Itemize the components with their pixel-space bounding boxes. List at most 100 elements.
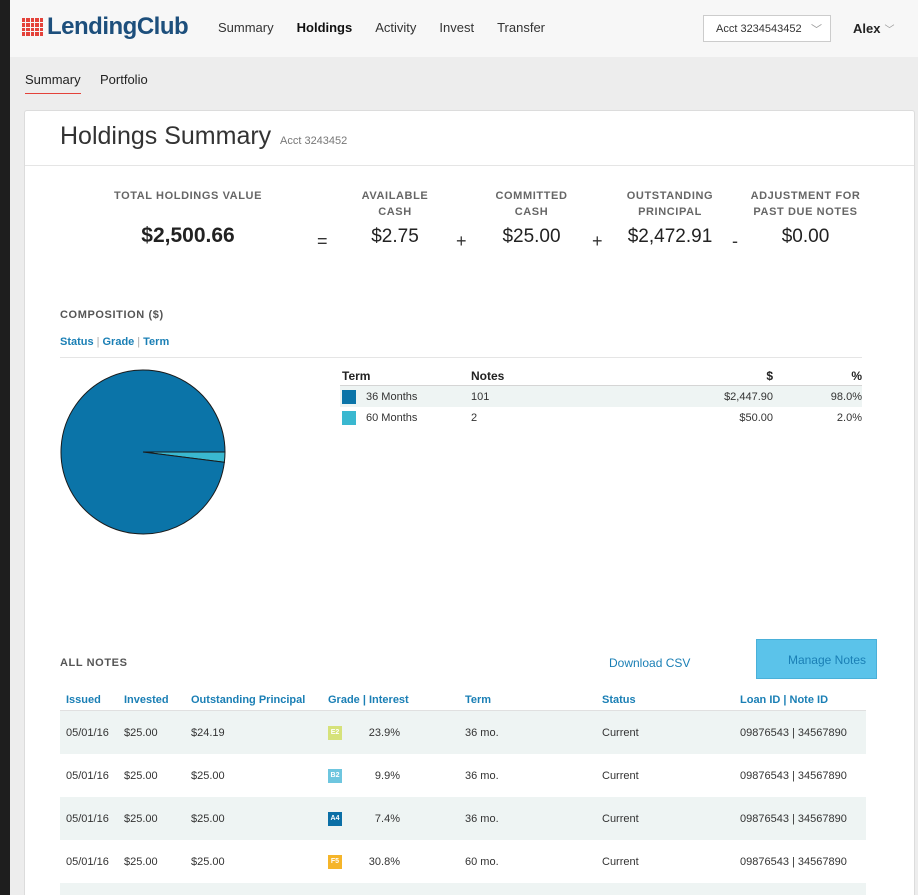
term-label: 60 Months	[366, 411, 418, 424]
interest-rate: 30.8%	[368, 855, 400, 868]
top-nav: LendingClub Summary Holdings Activity In…	[10, 0, 918, 57]
outstanding-cell: $25.00	[191, 855, 225, 868]
tab-portfolio[interactable]: Portfolio	[100, 72, 148, 87]
grade-cell: F5 30.8%	[328, 854, 465, 869]
col-loan-id[interactable]: Loan ID | Note ID	[740, 694, 866, 706]
col-term[interactable]: Term	[465, 694, 602, 706]
invested-cell: $25.00	[124, 812, 158, 825]
invested-cell: $25.00	[124, 726, 158, 739]
color-swatch	[342, 410, 356, 425]
nav-activity[interactable]: Activity	[375, 20, 416, 35]
col-pct: %	[851, 368, 862, 383]
notes-table: Issued Invested Outstanding Principal Gr…	[60, 689, 866, 895]
col-invested[interactable]: Invested	[122, 694, 191, 706]
label-line: OUTSTANDING	[626, 190, 714, 202]
app-root: LendingClub Summary Holdings Activity In…	[10, 0, 918, 895]
issued-cell: 05/01/16	[66, 769, 109, 782]
logo-grid-icon	[22, 18, 43, 36]
download-csv-link[interactable]: Download CSV	[609, 656, 690, 670]
logo-text: LendingClub	[47, 13, 189, 40]
col-term: Term	[342, 368, 371, 383]
loan-note-id-cell[interactable]: 09876543 | 34567890	[740, 770, 866, 782]
equals-operator: =	[317, 231, 328, 251]
loan-note-id-cell[interactable]: 09876543 | 34567890	[740, 813, 866, 825]
loan-note-id-cell[interactable]: 09876543 | 34567890	[740, 856, 866, 868]
window-frame-edge	[0, 0, 10, 895]
term-cell: 60 Months	[340, 410, 471, 425]
account-select-value: Acct 3234543452	[716, 22, 802, 35]
usd-cell: $2,447.90	[724, 390, 773, 403]
table-row[interactable]: 05/01/16 $25.00 $25.00 A4 7.4% 36 mo. Current 0…	[60, 797, 866, 840]
pct-cell: 2.0%	[836, 411, 862, 424]
term-cell: 36 mo.	[465, 726, 499, 739]
filter-status[interactable]: Status	[60, 336, 94, 348]
plus-operator: +	[592, 231, 603, 251]
user-menu[interactable]: Alex ﹀	[853, 21, 894, 36]
account-select[interactable]: Acct 3234543452 ﹀	[703, 15, 831, 42]
total-holdings-value: $2,500.66	[141, 224, 235, 247]
sub-nav: Summary Portfolio	[10, 57, 918, 100]
tab-summary[interactable]: Summary	[25, 72, 81, 94]
label-line: PRINCIPAL	[638, 206, 702, 218]
label-line: CASH	[514, 206, 549, 218]
term-cell: 60 mo.	[465, 855, 499, 868]
composition-label: COMPOSITION ($)	[60, 309, 164, 321]
outstanding-principal-value: $2,472.91	[627, 226, 713, 247]
issued-cell: 05/01/16	[66, 855, 109, 868]
outstanding-principal-label: OUTSTANDING PRINCIPAL	[610, 188, 730, 220]
outstanding-cell: $24.19	[191, 726, 225, 739]
total-holdings-label: TOTAL HOLDINGS VALUE	[113, 190, 263, 202]
col-notes: Notes	[471, 368, 505, 383]
status-cell: Current	[602, 769, 639, 782]
adjustment-label: ADJUSTMENT FOR PAST DUE NOTES	[743, 188, 868, 220]
col-status[interactable]: Status	[602, 694, 740, 706]
composition-filters: Status | Grade | Term	[60, 336, 169, 348]
term-label: 36 Months	[366, 390, 418, 403]
user-name: Alex	[853, 21, 881, 36]
available-cash-value: $2.75	[371, 226, 419, 247]
grade-cell: A4 7.4%	[328, 811, 465, 826]
notes-cell: 101	[471, 390, 490, 403]
issued-cell: 05/01/16	[66, 726, 109, 739]
nav-holdings[interactable]: Holdings	[297, 20, 353, 35]
table-row[interactable]: 05/01/16 $25.00 $24.19 E2 23.9% 36 mo. Current…	[60, 711, 866, 754]
card-header: Holdings Summary Acct 3243452	[25, 111, 914, 166]
filter-separator: |	[137, 336, 141, 348]
nav-summary[interactable]: Summary	[218, 20, 274, 35]
pie-slice-36-months[interactable]	[60, 369, 226, 535]
term-cell: 36 Months	[340, 389, 471, 404]
minus-operator: -	[732, 231, 738, 251]
term-cell: 36 mo.	[465, 769, 499, 782]
col-outstanding[interactable]: Outstanding Principal	[191, 694, 328, 706]
main-nav: Summary Holdings Activity Invest Transfe…	[218, 20, 568, 35]
label-line: ADJUSTMENT FOR	[750, 190, 861, 202]
table-row[interactable]: 05/01/16 $25.00 $25.00 F5 30.8% 60 mo. Current…	[60, 840, 866, 883]
col-issued[interactable]: Issued	[60, 694, 122, 706]
col-grade[interactable]: Grade | Interest	[328, 694, 465, 706]
interest-rate: 7.4%	[374, 812, 400, 825]
label-line: CASH	[378, 206, 412, 218]
pct-cell: 98.0%	[830, 390, 862, 403]
label-line: PAST DUE NOTES	[753, 206, 858, 218]
composition-table-header: Term Notes $ %	[340, 366, 862, 386]
page-account-id: Acct 3243452	[280, 135, 348, 147]
table-row[interactable]: 05/01/16 $25.00 $25.00 B2 9.9% 36 mo. Current 0…	[60, 754, 866, 797]
filter-grade[interactable]: Grade	[102, 336, 134, 348]
nav-transfer[interactable]: Transfer	[497, 20, 545, 35]
outstanding-cell: $25.00	[191, 812, 225, 825]
usd-cell: $50.00	[739, 411, 773, 424]
loan-note-id-cell[interactable]: 09876543 | 34567890	[740, 727, 866, 739]
manage-notes-button[interactable]: Manage Notes	[756, 639, 877, 679]
composition-table: Term Notes $ % 36 Months 101 $2,447.90 9…	[340, 366, 862, 428]
lendingclub-logo[interactable]: LendingClub	[22, 12, 189, 42]
term-cell: 36 mo.	[465, 812, 499, 825]
chevron-down-icon: ﹀	[811, 24, 822, 36]
status-cell: Current	[602, 855, 639, 868]
filter-term[interactable]: Term	[143, 336, 169, 348]
composition-row: 36 Months 101 $2,447.90 98.0%	[340, 386, 862, 407]
col-usd: $	[766, 368, 773, 383]
divider	[60, 357, 862, 358]
issued-cell: 05/01/16	[66, 812, 109, 825]
nav-invest[interactable]: Invest	[439, 20, 474, 35]
grade-badge: F5	[328, 854, 342, 869]
